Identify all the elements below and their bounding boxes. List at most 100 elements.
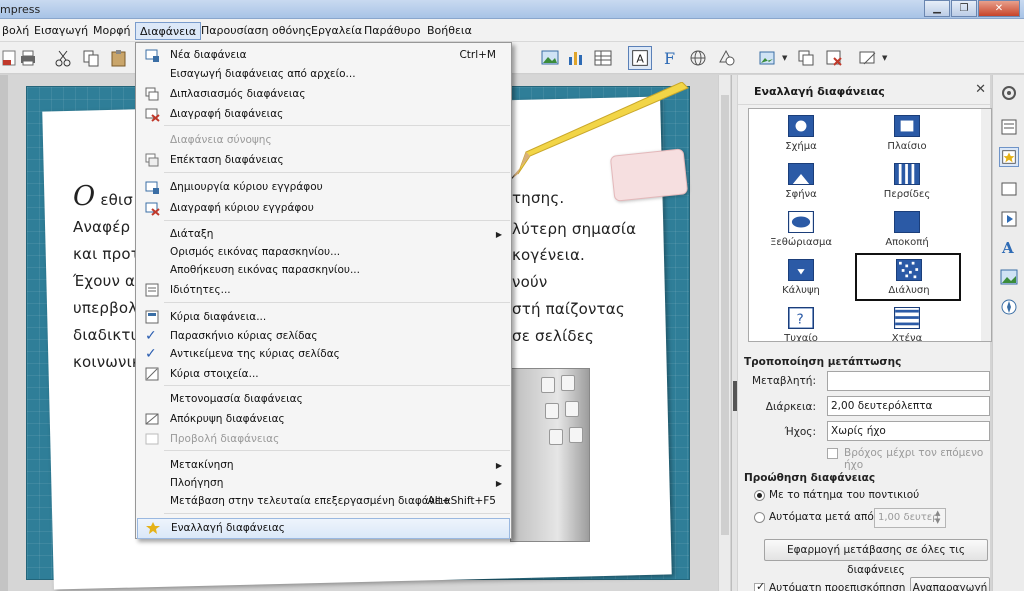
menu-item-expand-slide[interactable]: Επέκταση διαφάνειας [137,151,510,170]
menu-item-new-master[interactable]: Δημιουργία κύριου εγγράφου [137,178,510,197]
fade-transition-icon [788,211,814,233]
styles-tab-icon[interactable]: A [999,237,1019,257]
gallery-scrollbar[interactable] [981,109,991,341]
menu-slide[interactable]: Διαφάνεια [135,22,202,40]
paste-icon[interactable] [109,48,129,68]
close-window-icon[interactable]: ✕ [978,0,1020,17]
fontwork-icon[interactable]: F [660,48,680,68]
delete-slide-toolbar-icon[interactable] [824,48,844,68]
cut-icon[interactable] [53,48,73,68]
transition-cover[interactable]: Κάλυψη [749,255,853,301]
gallery-tab-icon[interactable] [999,267,1019,287]
title-bar: mpress ▁ ❐ ✕ [0,0,1024,19]
menu-item-properties[interactable]: Ιδιότητες... [137,281,510,300]
slide-text-line-3: και προτ [73,245,140,263]
menu-item-rename-slide[interactable]: Μετονομασία διαφάνειας [137,390,510,409]
insert-table-icon[interactable] [593,48,613,68]
transition-random[interactable]: ? Τυχαίο [749,303,853,341]
menu-insert[interactable]: Εισαγωγή [30,22,92,40]
svg-text:A: A [1001,239,1014,257]
hyperlink-icon[interactable] [688,48,708,68]
menu-item-move[interactable]: Μετακίνηση ▶ [137,456,510,475]
menu-item-layout[interactable]: Διάταξη ▶ [137,225,510,244]
sound-select[interactable]: Χωρίς ήχο [827,421,990,441]
menu-item-master-elements[interactable]: Κύρια στοιχεία... [137,365,510,384]
transition-dissolve[interactable]: Διάλυση [855,253,961,301]
menu-item-last-edited[interactable]: Μετάβαση στην τελευταία επεξεργασμένη δι… [137,492,510,511]
menu-item-slide-transition[interactable]: Εναλλαγή διαφάνειας [137,518,510,539]
transition-label: Σφήνα [785,189,817,200]
restore-icon[interactable]: ❐ [951,0,977,17]
insert-image-icon[interactable] [540,48,560,68]
transition-cut[interactable]: Αποκοπή [855,207,959,253]
slide-layout-icon[interactable] [858,48,878,68]
variant-select[interactable] [827,371,990,391]
transition-venetian[interactable]: Περσίδες [855,159,959,205]
slide-text-right-1: τησης. [512,189,565,207]
animation-tab-icon[interactable] [999,209,1019,229]
auto-advance-radio[interactable] [754,512,765,523]
spin-buttons[interactable]: ▲ ▼ [935,509,940,525]
menu-format[interactable]: Μορφή [89,22,134,40]
duplicate-icon[interactable] [796,48,816,68]
menu-item-insert-from-file[interactable]: Εισαγωγή διαφάνειας από αρχείο... [137,65,510,84]
navigator-tab-icon[interactable] [999,297,1019,317]
master-slides-tab-icon[interactable] [999,179,1019,199]
chevron-down-icon[interactable]: ▼ [782,48,790,68]
sidebar-tabbar: A [992,75,1024,591]
menu-item-shortcut: Ctrl+M [459,49,496,61]
loop-sound-checkbox[interactable] [827,448,838,459]
sidebar-splitter[interactable] [731,75,737,591]
menu-item-hide-slide[interactable]: Απόκρυψη διαφάνειας [137,410,510,429]
menu-item-delete-slide[interactable]: Διαγραφή διαφάνειας [137,105,510,124]
transition-fade[interactable]: Ξεθώριασμα [749,207,853,253]
gear-icon[interactable] [999,83,1019,103]
menu-help[interactable]: Βοήθεια [423,22,476,40]
shapes-icon[interactable] [716,48,736,68]
menu-window[interactable]: Παράθυρο [360,22,425,40]
transition-shape[interactable]: Σχήμα [749,111,853,157]
transition-comb[interactable]: Χτένα [855,303,959,341]
menu-item-master-objects[interactable]: ✓ Αντικείμενα της κύριας σελίδας [137,345,510,364]
menu-item-new-slide[interactable]: Νέα διαφάνεια Ctrl+M [137,46,510,65]
transition-box[interactable]: Πλαίσιο [855,111,959,157]
menu-item-label: Εισαγωγή διαφάνειας από αρχείο... [170,68,356,80]
menu-item-delete-master[interactable]: Διαγραφή κύριου εγγράφου [137,199,510,218]
on-click-radio[interactable] [754,490,765,501]
box-transition-icon [894,115,920,137]
auto-preview-label: Αυτόματη προεπισκόπηση [769,582,906,591]
menu-item-shortcut: Alt+Shift+F5 [427,495,496,507]
menu-item-set-background[interactable]: Ορισμός εικόνας παρασκηνίου... [137,243,510,262]
menu-item-label: Ορισμός εικόνας παρασκηνίου... [170,246,341,258]
properties-tab-icon[interactable] [999,117,1019,137]
print-icon[interactable] [18,48,38,68]
export-pdf-icon[interactable] [0,48,20,68]
menu-view[interactable]: βολή [0,22,33,40]
close-panel-icon[interactable]: ✕ [975,82,986,97]
minimize-icon[interactable]: ▁ [924,0,950,17]
insert-textbox-icon[interactable]: A [628,46,652,70]
slide-transition-tab-icon[interactable] [999,147,1019,167]
menu-separator [164,172,510,173]
menu-tools[interactable]: Εργαλεία [307,22,366,40]
vertical-scrollbar[interactable] [718,75,730,591]
copy-icon[interactable] [81,48,101,68]
insert-photo-icon[interactable] [758,48,778,68]
menu-item-save-background[interactable]: Αποθήκευση εικόνας παρασκηνίου... [137,261,510,280]
transition-wedge[interactable]: Σφήνα [749,159,853,205]
menu-item-label: Επέκταση διαφάνειας [170,154,284,166]
auto-preview-checkbox[interactable]: ✓ [754,580,765,591]
menu-slideshow[interactable]: Παρουσίαση οθόνης [197,22,316,40]
menu-item-master-background[interactable]: ✓ Παρασκήνιο κύριας σελίδας [137,327,510,346]
scrollbar-thumb[interactable] [721,95,729,535]
menu-item-master-slide[interactable]: Κύρια διαφάνεια... [137,308,510,327]
play-button[interactable]: Αναπαραγωγή [910,577,990,591]
splitter-grip[interactable] [733,381,737,411]
insert-chart-icon[interactable] [566,48,586,68]
duration-field[interactable]: 2,00 δευτερόλεπτα [827,396,990,416]
menu-item-duplicate-slide[interactable]: Διπλασιασμός διαφάνειας [137,85,510,104]
apply-to-all-button[interactable]: Εφαρμογή μετάβασης σε όλες τις διαφάνειε… [764,539,988,576]
menu-separator [164,220,510,221]
menu-item-navigate[interactable]: Πλοήγηση ▶ [137,474,510,493]
chevron-down-icon[interactable]: ▼ [882,48,890,68]
